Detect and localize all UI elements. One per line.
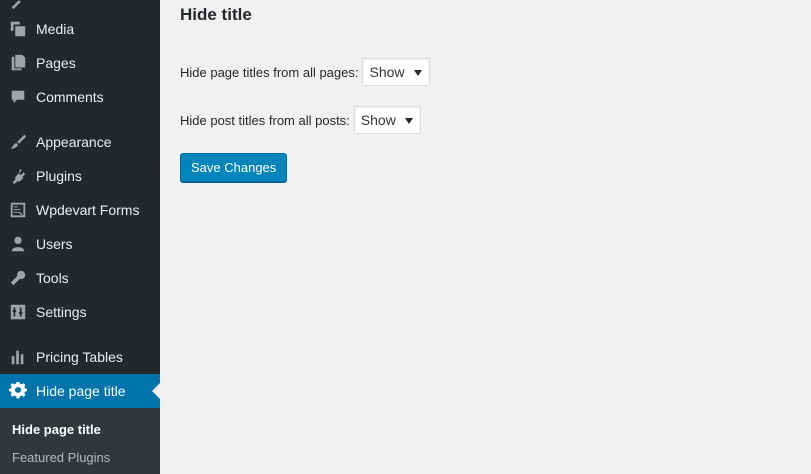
sidebar-item-media[interactable]: Media <box>0 12 160 46</box>
current-menu-arrow <box>152 383 160 399</box>
sidebar-item-appearance[interactable]: Appearance <box>0 125 160 159</box>
comments-icon <box>8 87 28 107</box>
sidebar-item-pages[interactable]: Pages <box>0 46 160 80</box>
sidebar-item-label: Hide page title <box>36 383 126 399</box>
wrench-icon <box>8 268 28 288</box>
sidebar-item-wpdevart-forms[interactable]: Wpdevart Forms <box>0 193 160 227</box>
paintbrush-icon <box>8 132 28 152</box>
hide-page-titles-row: Hide page titles from all pages: Show <box>180 58 430 86</box>
sidebar-item-label: Pricing Tables <box>36 349 123 365</box>
hide-page-titles-select[interactable]: Show <box>362 58 430 86</box>
user-icon <box>8 234 28 254</box>
hide-post-titles-select[interactable]: Show <box>353 106 421 134</box>
pages-icon <box>8 53 28 73</box>
sidebar-submenu: Hide page title Featured Plugins <box>0 408 160 474</box>
bar-chart-icon <box>8 347 28 367</box>
submenu-item-hide-page-title[interactable]: Hide page title <box>12 422 101 438</box>
gear-icon <box>8 381 28 401</box>
form-icon <box>8 200 28 220</box>
plug-icon <box>8 166 28 186</box>
select-value: Show <box>360 112 396 128</box>
sidebar-item-label: Comments <box>36 89 104 105</box>
dropdown-arrow-icon <box>404 118 413 124</box>
select-value: Show <box>369 64 405 80</box>
sidebar-item-comments[interactable]: Comments <box>0 80 160 114</box>
save-changes-button[interactable]: Save Changes <box>180 153 288 182</box>
sidebar-item-hide-page-title[interactable]: Hide page title <box>0 374 160 408</box>
hide-page-titles-label: Hide page titles from all pages: <box>180 64 359 80</box>
media-icon <box>8 19 28 39</box>
page-title: Hide title <box>180 5 252 24</box>
submenu-item-featured-plugins[interactable]: Featured Plugins <box>12 450 110 466</box>
sidebar-item-label: Wpdevart Forms <box>36 202 140 218</box>
sidebar-item-label: Appearance <box>36 134 112 150</box>
hide-post-titles-label: Hide post titles from all posts: <box>180 112 350 128</box>
sidebar-item-settings[interactable]: Settings <box>0 295 160 329</box>
sidebar-item-users[interactable]: Users <box>0 227 160 261</box>
dropdown-arrow-icon <box>413 70 422 76</box>
sidebar-item-label: Plugins <box>36 168 82 184</box>
app-window: Media Pages Comments Appearance Plugins <box>0 0 811 474</box>
main-content: Hide title Hide page titles from all pag… <box>160 0 811 474</box>
sidebar-item-label: Media <box>36 21 75 37</box>
sidebar-item-label: Settings <box>36 304 87 320</box>
tool-icon <box>8 0 28 11</box>
sidebar-item-pricing-tables[interactable]: Pricing Tables <box>0 340 160 374</box>
admin-sidebar: Media Pages Comments Appearance Plugins <box>0 0 160 474</box>
sidebar-item-label: Users <box>36 236 73 252</box>
sidebar-item-label: Tools <box>36 270 69 286</box>
hide-post-titles-row: Hide post titles from all posts: Show <box>180 106 421 134</box>
sidebar-item-tools[interactable]: Tools <box>0 261 160 295</box>
sidebar-item-label: Pages <box>36 55 76 71</box>
sidebar-item-plugins[interactable]: Plugins <box>0 159 160 193</box>
settings-icon <box>8 302 28 322</box>
